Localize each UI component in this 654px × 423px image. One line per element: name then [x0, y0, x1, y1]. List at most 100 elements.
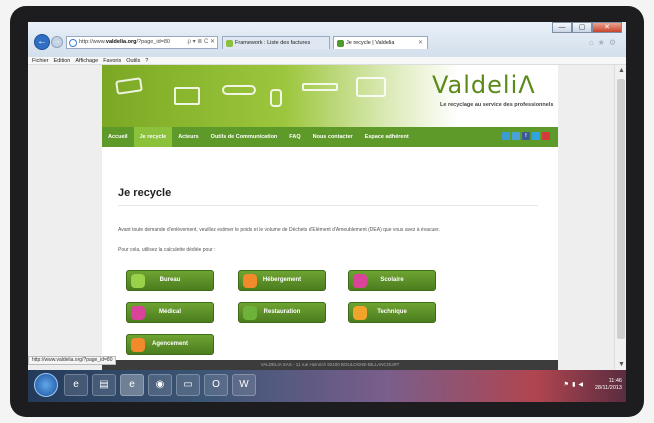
button-label: Hébergement: [262, 277, 302, 283]
taskbar: e ▤ e ◉ ▭ O W ⚑▮◀ 11:46 28/11/2013: [28, 370, 626, 402]
twitter-icon[interactable]: [532, 132, 540, 140]
site-tagline: Le recyclage au service des professionne…: [440, 102, 554, 108]
nav-je-recycle[interactable]: Je recycle: [133, 127, 173, 147]
bookmark-icon[interactable]: [512, 132, 520, 140]
medical-bed-icon: [131, 306, 145, 320]
menu-affichage[interactable]: Affichage: [75, 57, 98, 64]
menu-fichier[interactable]: Fichier: [32, 57, 49, 64]
start-button[interactable]: [34, 373, 58, 397]
menu-outils[interactable]: Outils: [126, 57, 140, 64]
page-margin-left: [28, 65, 102, 370]
explorer-icon[interactable]: ▤: [92, 374, 116, 396]
nav-accueil[interactable]: Accueil: [102, 127, 134, 147]
favorites-star-icon[interactable]: ★: [598, 38, 609, 47]
site-footer: VALDELIA SAS - 11 rue Heinrich 92100 BOU…: [102, 360, 558, 370]
medical-button[interactable]: Médical: [126, 302, 214, 323]
outlook-icon[interactable]: O: [204, 374, 228, 396]
maximize-button[interactable]: ▢: [572, 22, 592, 33]
tab-favicon-icon: [226, 40, 233, 47]
camera-icon[interactable]: ◉: [148, 374, 172, 396]
nav-nous-contacter[interactable]: Nous contacter: [307, 127, 359, 147]
site-header: ValdeliΛ Le recyclage au service des pro…: [102, 65, 558, 127]
close-button[interactable]: ✕: [592, 22, 622, 33]
tab-favicon-icon: [337, 40, 344, 47]
home-icon[interactable]: ⌂: [589, 38, 598, 47]
furniture-table-icon: [302, 83, 338, 91]
forward-arrow-icon[interactable]: →: [51, 36, 63, 48]
ie-icon[interactable]: e: [64, 374, 88, 396]
restaurant-table-icon: [243, 306, 257, 320]
site-logo[interactable]: ValdeliΛ: [432, 71, 536, 99]
site-favicon-icon: [69, 39, 77, 47]
button-label: Agencement: [151, 341, 188, 347]
desk-icon: [131, 274, 145, 288]
printer-icon[interactable]: ▭: [176, 374, 200, 396]
page-viewport: ValdeliΛ Le recyclage au service des pro…: [28, 65, 614, 370]
tab-framework[interactable]: Framework : Liste des factures: [222, 36, 330, 49]
tab-je-recycle[interactable]: Je recycle | Valdelia ✕: [333, 36, 428, 49]
menu-bar: Fichier Edition Affichage Favoris Outils…: [28, 57, 626, 65]
facebook-icon[interactable]: f: [522, 132, 530, 140]
technical-icon: [353, 306, 367, 320]
nav-espace-adherent[interactable]: Espace adhérent: [359, 127, 415, 147]
social-links: f: [502, 132, 550, 140]
button-label: Bureau: [159, 277, 181, 283]
address-domain: valdelia.org: [105, 39, 137, 45]
menu-edition[interactable]: Edition: [54, 57, 71, 64]
hebergement-button[interactable]: Hébergement: [238, 270, 326, 291]
status-bar-url: http://www.valdelia.org/?page_id=80: [28, 356, 117, 365]
minimize-button[interactable]: —: [552, 22, 572, 33]
school-desk-icon: [353, 274, 367, 288]
menu-help[interactable]: ?: [145, 57, 148, 64]
menu-favoris[interactable]: Favoris: [103, 57, 121, 64]
furniture-cabinet-icon: [174, 87, 200, 105]
scroll-thumb[interactable]: [617, 79, 625, 339]
system-tray: ⚑▮◀: [564, 381, 586, 388]
agencement-button[interactable]: Agencement: [126, 334, 214, 355]
volume-icon[interactable]: ◀: [578, 382, 586, 388]
shelving-icon: [131, 338, 145, 352]
site-nav: Accueil Je recycle Acteurs Outils de Com…: [102, 127, 558, 147]
bed-icon: [243, 274, 257, 288]
screen: — ▢ ✕ ← → http://www.valdelia.org/?page_…: [28, 22, 626, 402]
tab-close-icon[interactable]: ✕: [418, 37, 423, 49]
ie-icon[interactable]: e: [120, 374, 144, 396]
bureau-button[interactable]: Bureau: [126, 270, 214, 291]
technique-button[interactable]: Technique: [348, 302, 436, 323]
intro-text: Avant toute demande d'enlèvement, veuill…: [118, 227, 440, 233]
furniture-bench-icon: [222, 85, 256, 95]
furniture-chair-icon: [270, 89, 282, 107]
scroll-up-icon[interactable]: ▲: [618, 67, 625, 74]
gear-icon[interactable]: ⚙: [609, 38, 620, 47]
browser-tools: ⌂★⚙: [589, 38, 620, 47]
rss-icon[interactable]: [502, 132, 510, 140]
word-icon[interactable]: W: [232, 374, 256, 396]
back-arrow-icon[interactable]: ←: [34, 34, 50, 50]
device-frame: — ▢ ✕ ← → http://www.valdelia.org/?page_…: [0, 0, 654, 423]
address-bar[interactable]: http://www.valdelia.org/?page_id=80 ρ ▾ …: [66, 36, 218, 49]
nav-faq[interactable]: FAQ: [283, 127, 306, 147]
address-tools[interactable]: ρ ▾ ≣ C ✕: [188, 37, 215, 48]
address-prefix: http://www.: [79, 39, 106, 45]
flag-icon[interactable]: ⚑: [564, 382, 572, 388]
button-label: Technique: [377, 309, 407, 315]
page-content: Je recycle Avant toute demande d'enlèvem…: [102, 147, 558, 370]
scolaire-button[interactable]: Scolaire: [348, 270, 436, 291]
email-icon[interactable]: [542, 132, 550, 140]
vertical-scrollbar[interactable]: ▲ ▼: [614, 65, 626, 370]
page-title: Je recycle: [118, 187, 172, 199]
scroll-down-icon[interactable]: ▼: [618, 361, 625, 368]
browser-toolbar: — ▢ ✕ ← → http://www.valdelia.org/?page_…: [28, 22, 626, 57]
address-path: /?page_id=80: [136, 39, 170, 45]
nav-outils-communication[interactable]: Outils de Communication: [205, 127, 284, 147]
button-label: Scolaire: [380, 277, 404, 283]
divider: [118, 205, 538, 206]
clock[interactable]: 11:46 28/11/2013: [595, 378, 622, 392]
button-label: Restauration: [263, 309, 301, 315]
page-margin-right: [558, 65, 614, 370]
button-label: Médical: [158, 309, 181, 315]
clock-time: 11:46: [608, 378, 622, 384]
restauration-button[interactable]: Restauration: [238, 302, 326, 323]
furniture-sofa-icon: [115, 77, 143, 95]
nav-acteurs[interactable]: Acteurs: [172, 127, 204, 147]
